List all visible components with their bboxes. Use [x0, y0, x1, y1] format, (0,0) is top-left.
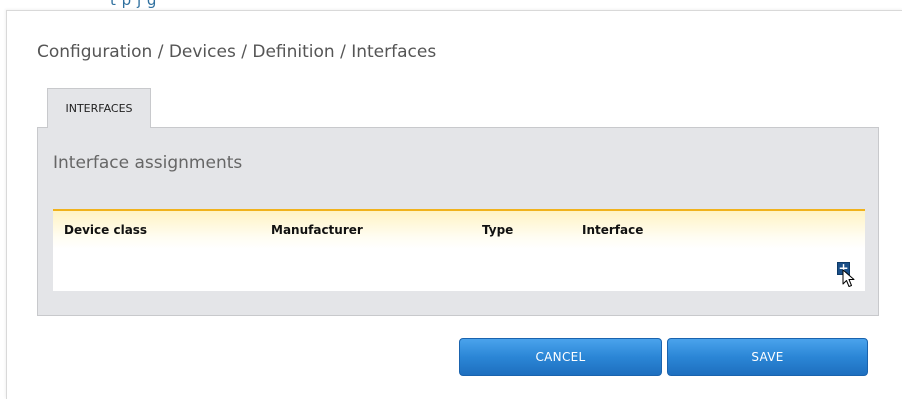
tab-label: INTERFACES: [65, 102, 133, 115]
column-header-interface[interactable]: Interface: [582, 223, 643, 237]
clipped-header-label: t p j g: [110, 0, 157, 9]
tab-interfaces[interactable]: INTERFACES: [47, 88, 151, 128]
breadcrumb: Configuration / Devices / Definition / I…: [37, 42, 437, 62]
mouse-pointer-icon: [842, 269, 855, 287]
section-title: Interface assignments: [53, 153, 243, 173]
clipped-header-text: t p j g: [0, 0, 902, 10]
interface-table: Device class Manufacturer Type Interface…: [53, 209, 865, 291]
cancel-button[interactable]: CANCEL: [459, 338, 662, 376]
column-header-manufacturer[interactable]: Manufacturer: [271, 223, 363, 237]
table-header: Device class Manufacturer Type Interface: [53, 209, 865, 249]
column-header-device-class[interactable]: Device class: [64, 223, 147, 237]
table-row-empty: +: [53, 249, 865, 291]
interfaces-panel: Interface assignments Device class Manuf…: [37, 127, 879, 316]
column-header-type[interactable]: Type: [482, 223, 513, 237]
save-button[interactable]: SAVE: [667, 338, 868, 376]
